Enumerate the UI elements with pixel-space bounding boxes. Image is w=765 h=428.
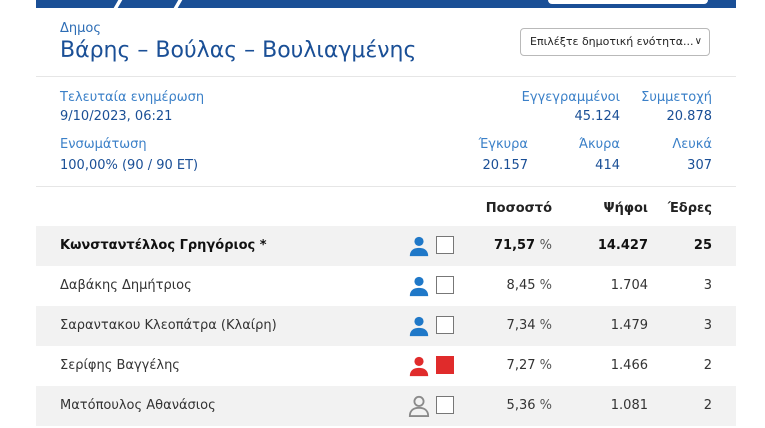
- valid-label: Έγκυρα: [478, 137, 528, 152]
- column-header-votes[interactable]: Ψήφοι: [576, 201, 648, 216]
- percent-unit: %: [539, 358, 552, 373]
- candidate-seats: 25: [693, 238, 712, 253]
- invalid-value: 414: [595, 158, 620, 173]
- candidate-seats: 3: [703, 318, 712, 333]
- percent-unit: %: [539, 238, 552, 253]
- candidate-row[interactable]: Κωνσταντέλλος Γρηγόριος * 71,57 % 14.427 25: [36, 226, 736, 266]
- candidate-percent: 7,34 %: [476, 306, 552, 346]
- valid-value: 20.157: [482, 158, 529, 173]
- candidate-votes: 1.704: [610, 278, 648, 293]
- person-icon: [409, 316, 429, 337]
- results-panel: Δημος Βάρης – Βούλας – Βουλιαγμένης Επιλ…: [36, 8, 736, 428]
- candidate-name: Σαραντακου Κλεοπάτρα (Κλαίρη): [60, 318, 277, 333]
- registered-value: 45.124: [574, 109, 621, 124]
- percent-value: 8,45: [506, 278, 536, 293]
- percent-unit: %: [539, 398, 552, 413]
- column-header-seats[interactable]: Έδρες: [656, 201, 712, 216]
- divider: [36, 186, 736, 187]
- candidate-votes: 14.427: [597, 238, 648, 253]
- percent-value: 7,27: [506, 358, 536, 373]
- registered-label: Εγγεγραμμένοι: [521, 90, 620, 105]
- party-color-swatch: [436, 236, 454, 254]
- candidate-percent: 5,36 %: [476, 386, 552, 426]
- chevron-down-icon: ∨: [694, 36, 702, 47]
- person-icon: [408, 395, 430, 417]
- candidate-row[interactable]: Σαραντακου Κλεοπάτρα (Κλαίρη) 7,34 % 1.479…: [36, 306, 736, 346]
- last-update-label: Τελευταία ενημέρωση: [60, 90, 205, 105]
- candidate-row[interactable]: Δαβάκης Δημήτριος 8,45 % 1.704 3: [36, 266, 736, 306]
- candidate-row[interactable]: Ματόπουλος Αθανάσιος 5,36 % 1.081 2: [36, 386, 736, 426]
- candidate-name: Σερίφης Βαγγέλης: [60, 358, 180, 373]
- percent-value: 7,34: [506, 318, 536, 333]
- party-color-swatch: [436, 356, 454, 374]
- divider: [36, 76, 736, 77]
- integration-label: Ενσωμάτωση: [60, 137, 147, 152]
- last-update-value: 9/10/2023, 06:21: [60, 109, 173, 124]
- percent-unit: %: [539, 318, 552, 333]
- candidate-percent: 7,27 %: [476, 346, 552, 386]
- person-icon: [409, 276, 429, 297]
- municipal-unit-select[interactable]: Επιλέξτε δημοτική ενότητα... ∨: [520, 28, 710, 56]
- person-icon: [409, 356, 429, 377]
- party-color-swatch: [436, 316, 454, 334]
- candidate-seats: 3: [703, 278, 712, 293]
- nav-search-pill[interactable]: [548, 0, 708, 4]
- candidate-name: Δαβάκης Δημήτριος: [60, 278, 192, 293]
- candidate-name: Κωνσταντέλλος Γρηγόριος *: [60, 238, 267, 253]
- page-title: Βάρης – Βούλας – Βουλιαγμένης: [60, 38, 417, 63]
- candidate-votes: 1.466: [610, 358, 648, 373]
- column-header-percent[interactable]: Ποσοστό: [476, 201, 552, 216]
- turnout-label: Συμμετοχή: [641, 90, 712, 105]
- person-icon: [409, 236, 429, 257]
- nav-stripe: [111, 0, 125, 8]
- municipality-label: Δημος: [60, 21, 101, 36]
- candidate-votes: 1.479: [610, 318, 648, 333]
- integration-value: 100,00% (90 / 90 ΕΤ): [60, 158, 199, 173]
- turnout-value: 20.878: [666, 109, 713, 124]
- nav-stripe: [171, 0, 185, 8]
- percent-value: 5,36: [506, 398, 536, 413]
- candidate-seats: 2: [703, 358, 712, 373]
- party-color-swatch: [436, 396, 454, 414]
- candidate-row[interactable]: Σερίφης Βαγγέλης 7,27 % 1.466 2: [36, 346, 736, 386]
- candidate-percent: 71,57 %: [476, 226, 552, 266]
- top-nav-bar: [36, 0, 736, 8]
- party-color-swatch: [436, 276, 454, 294]
- candidate-seats: 2: [703, 398, 712, 413]
- candidate-percent: 8,45 %: [476, 266, 552, 306]
- candidate-name: Ματόπουλος Αθανάσιος: [60, 398, 216, 413]
- blank-value: 307: [687, 158, 712, 173]
- select-value: Επιλέξτε δημοτική ενότητα...: [530, 35, 694, 48]
- blank-label: Λευκά: [672, 137, 712, 152]
- percent-unit: %: [539, 278, 552, 293]
- percent-value: 71,57: [493, 238, 536, 253]
- candidate-votes: 1.081: [610, 398, 648, 413]
- invalid-label: Άκυρα: [578, 137, 620, 152]
